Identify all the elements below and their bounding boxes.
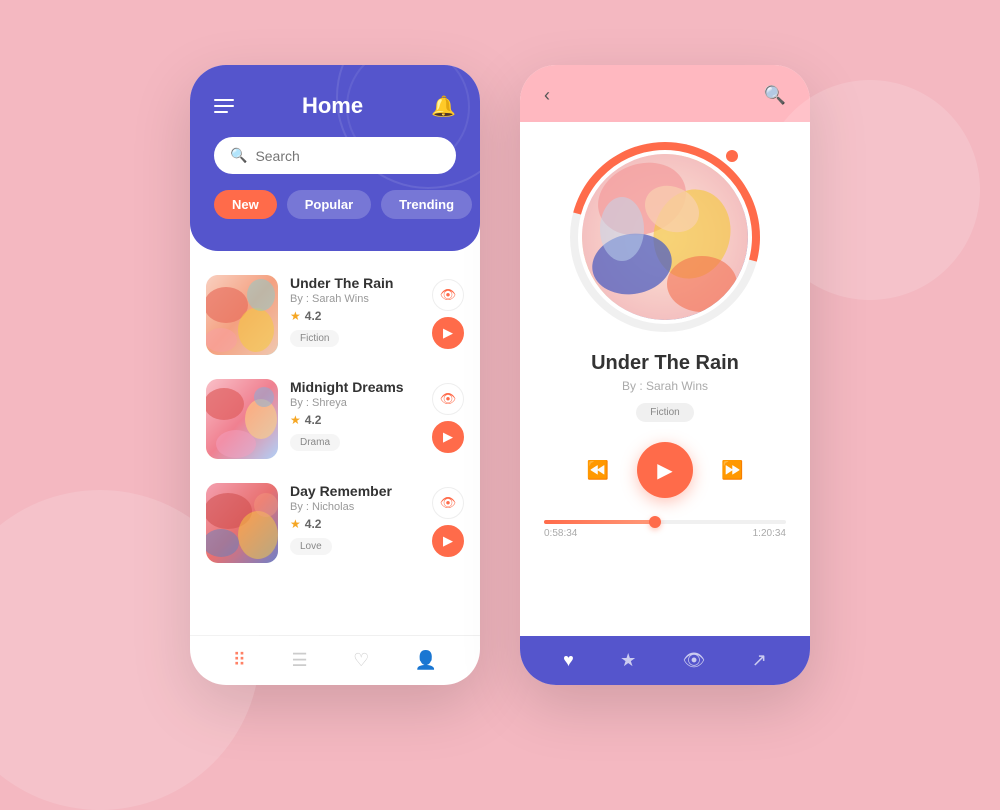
heart-nav-icon[interactable]: ♡ xyxy=(353,650,369,671)
list-nav-icon[interactable]: ☰ xyxy=(291,650,307,671)
album-art-container xyxy=(570,142,760,332)
player-track-title: Under The Rain xyxy=(591,352,739,375)
search-icon: 🔍 xyxy=(230,147,247,164)
play-btn-3[interactable]: ▶ xyxy=(432,525,464,557)
book-title-3: Day Remember xyxy=(290,483,420,499)
book-actions-1: 👁 ▶ xyxy=(432,275,464,349)
book-title-2: Midnight Dreams xyxy=(290,379,420,395)
star-icon-3: ★ xyxy=(290,517,301,531)
book-author-3: By : Nicholas xyxy=(290,501,420,513)
player-heart-icon[interactable]: ♥ xyxy=(563,650,574,671)
player-track-author: By : Sarah Wins xyxy=(622,379,708,393)
total-time: 1:20:34 xyxy=(753,528,786,539)
player-share-icon[interactable]: ↗ xyxy=(752,650,767,671)
book-tag-2: Drama xyxy=(290,434,340,451)
filter-tabs: New Popular Trending xyxy=(214,190,456,219)
play-btn-2[interactable]: ▶ xyxy=(432,421,464,453)
search-bar[interactable]: 🔍 xyxy=(214,137,456,174)
search-input[interactable] xyxy=(255,148,440,164)
rating-val-1: 4.2 xyxy=(305,309,322,323)
eye-btn-1[interactable]: 👁 xyxy=(432,279,464,311)
search-icon-player[interactable]: 🔍 xyxy=(764,85,786,106)
book-author-1: By : Sarah Wins xyxy=(290,293,420,305)
progress-area: 0:58:34 1:20:34 xyxy=(544,516,786,539)
book-actions-3: 👁 ▶ xyxy=(432,483,464,557)
rating-val-3: 4.2 xyxy=(305,517,322,531)
phones-container: Home 🔔 🔍 New Popular Trending xyxy=(190,65,810,685)
book-title-1: Under The Rain xyxy=(290,275,420,291)
eye-btn-2[interactable]: 👁 xyxy=(432,383,464,415)
filter-tab-trending[interactable]: Trending xyxy=(381,190,472,219)
star-icon-1: ★ xyxy=(290,309,301,323)
book-rating-1: ★ 4.2 xyxy=(290,309,420,323)
book-actions-2: 👁 ▶ xyxy=(432,379,464,453)
player-star-icon[interactable]: ★ xyxy=(620,650,636,671)
bell-icon[interactable]: 🔔 xyxy=(431,94,456,119)
book-tag-3: Love xyxy=(290,538,332,555)
album-art xyxy=(582,154,748,320)
progress-times: 0:58:34 1:20:34 xyxy=(544,528,786,539)
bg-decoration-2 xyxy=(760,80,980,300)
hamburger-menu[interactable] xyxy=(214,99,234,113)
book-info-2: Midnight Dreams By : Shreya ★ 4.2 Drama xyxy=(290,379,420,451)
rewind-icon[interactable]: ⏪ xyxy=(587,460,609,481)
book-item-2: Midnight Dreams By : Shreya ★ 4.2 Drama … xyxy=(206,371,464,467)
book-tag-1: Fiction xyxy=(290,330,339,347)
play-pause-button[interactable]: ▶ xyxy=(637,442,693,498)
progress-bar[interactable] xyxy=(544,520,786,524)
filter-tab-popular[interactable]: Popular xyxy=(287,190,371,219)
book-rating-3: ★ 4.2 xyxy=(290,517,420,531)
eye-btn-3[interactable]: 👁 xyxy=(432,487,464,519)
progress-fill xyxy=(544,520,655,524)
book-author-2: By : Shreya xyxy=(290,397,420,409)
home-title: Home xyxy=(302,93,363,119)
progress-thumb[interactable] xyxy=(649,516,661,528)
book-rating-2: ★ 4.2 xyxy=(290,413,420,427)
player-bottom-nav: ♥ ★ 👁 ↗ xyxy=(520,636,810,685)
book-cover-1 xyxy=(206,275,278,355)
filter-tab-new[interactable]: New xyxy=(214,190,277,219)
back-icon[interactable]: ‹ xyxy=(544,85,550,106)
player-controls: ⏪ ▶ ⏩ xyxy=(544,442,786,498)
header-top-row: Home 🔔 xyxy=(214,93,456,119)
current-time: 0:58:34 xyxy=(544,528,577,539)
player-header: ‹ 🔍 xyxy=(520,65,810,122)
book-item: Under The Rain By : Sarah Wins ★ 4.2 Fic… xyxy=(206,267,464,363)
book-info-3: Day Remember By : Nicholas ★ 4.2 Love xyxy=(290,483,420,555)
rating-val-2: 4.2 xyxy=(305,413,322,427)
user-nav-icon[interactable]: 👤 xyxy=(415,650,437,671)
book-cover-3 xyxy=(206,483,278,563)
fast-forward-icon[interactable]: ⏩ xyxy=(721,460,743,481)
play-btn-1[interactable]: ▶ xyxy=(432,317,464,349)
star-icon-2: ★ xyxy=(290,413,301,427)
book-item-3: Day Remember By : Nicholas ★ 4.2 Love 👁 … xyxy=(206,475,464,571)
book-cover-2 xyxy=(206,379,278,459)
book-info-1: Under The Rain By : Sarah Wins ★ 4.2 Fic… xyxy=(290,275,420,347)
album-progress-dot xyxy=(726,150,738,162)
player-track-tag: Fiction xyxy=(636,403,693,422)
left-phone-header: Home 🔔 🔍 New Popular Trending xyxy=(190,65,480,251)
player-eye-icon[interactable]: 👁 xyxy=(683,650,706,671)
